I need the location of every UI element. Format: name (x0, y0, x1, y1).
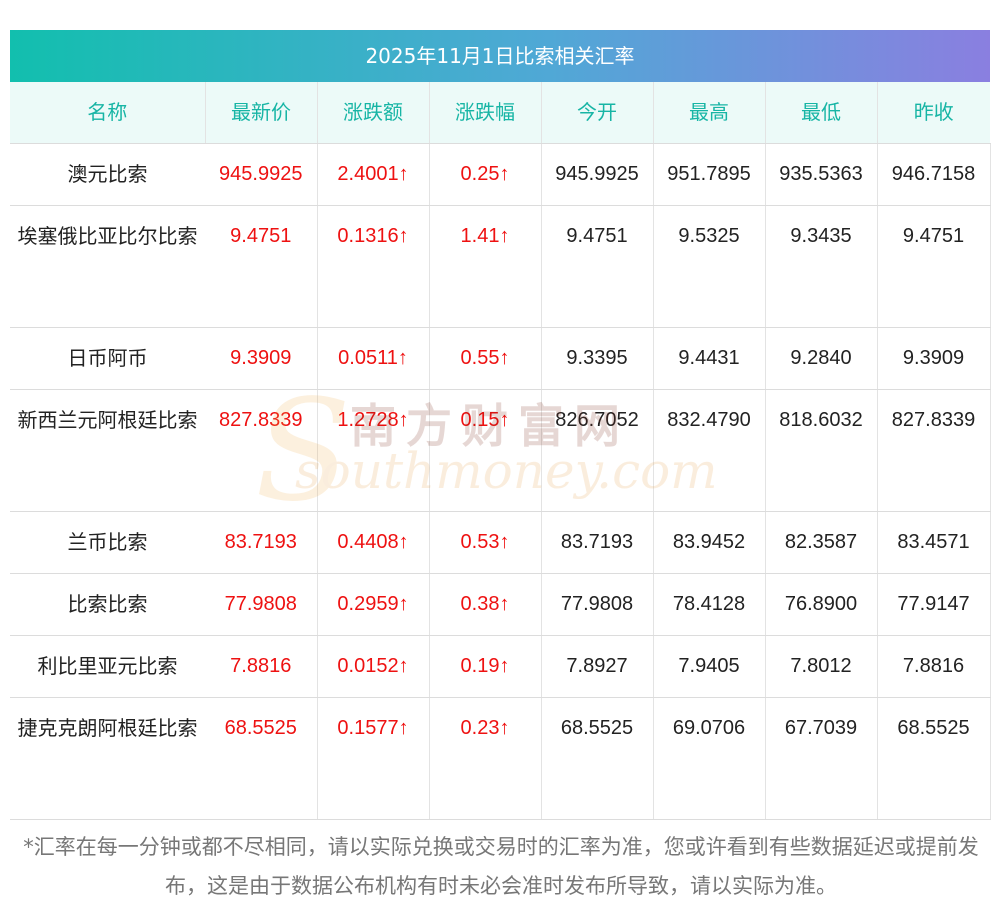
page-title: 2025年11月1日比索相关汇率 (10, 30, 990, 82)
table-row: 日币阿币 9.3909 0.0511↑ 0.55↑ 9.3395 9.4431 … (10, 327, 991, 390)
high-price: 83.9452 (653, 511, 766, 574)
change-amount: 0.1316↑ (317, 205, 430, 328)
change-amount: 0.0152↑ (317, 635, 430, 698)
open-price: 77.9808 (541, 573, 654, 636)
table-row: 利比里亚元比索 7.8816 0.0152↑ 0.19↑ 7.8927 7.94… (10, 635, 991, 698)
open-price: 7.8927 (541, 635, 654, 698)
table-row: 新西兰元阿根廷比索 827.8339 1.2728↑ 0.15↑ 826.705… (10, 389, 991, 512)
latest-price: 827.8339 (205, 389, 318, 512)
high-price: 78.4128 (653, 573, 766, 636)
low-price: 9.2840 (765, 327, 878, 390)
previous-close: 7.8816 (877, 635, 991, 698)
currency-name: 比索比索 (10, 573, 205, 636)
low-price: 935.5363 (765, 143, 878, 206)
change-percent: 0.53↑ (429, 511, 542, 574)
change-amount: 0.4408↑ (317, 511, 430, 574)
open-price: 9.3395 (541, 327, 654, 390)
currency-name: 利比里亚元比索 (10, 635, 205, 698)
change-percent: 0.19↑ (429, 635, 542, 698)
latest-price: 7.8816 (205, 635, 318, 698)
high-price: 9.4431 (653, 327, 766, 390)
column-header: 今开 (541, 82, 654, 144)
open-price: 68.5525 (541, 697, 654, 820)
currency-name: 捷克克朗阿根廷比索 (10, 697, 205, 820)
change-percent: 0.38↑ (429, 573, 542, 636)
latest-price: 945.9925 (205, 143, 318, 206)
high-price: 951.7895 (653, 143, 766, 206)
change-amount: 0.1577↑ (317, 697, 430, 820)
column-header: 涨跌幅 (429, 82, 542, 144)
column-header: 名称 (10, 82, 206, 144)
change-amount: 0.2959↑ (317, 573, 430, 636)
currency-name: 埃塞俄比亚比尔比索 (10, 205, 205, 328)
table-row: 兰币比索 83.7193 0.4408↑ 0.53↑ 83.7193 83.94… (10, 511, 991, 574)
latest-price: 68.5525 (205, 697, 318, 820)
high-price: 7.9405 (653, 635, 766, 698)
previous-close: 68.5525 (877, 697, 991, 820)
previous-close: 946.7158 (877, 143, 991, 206)
change-percent: 1.41↑ (429, 205, 542, 328)
column-header: 最低 (765, 82, 878, 144)
table-row: 捷克克朗阿根廷比索 68.5525 0.1577↑ 0.23↑ 68.5525 … (10, 697, 991, 820)
latest-price: 83.7193 (205, 511, 318, 574)
disclaimer-note: *汇率在每一分钟或都不尽相同，请以实际兑换或交易时的汇率为准，您或许看到有些数据… (23, 835, 979, 898)
open-price: 945.9925 (541, 143, 654, 206)
column-header: 昨收 (877, 82, 990, 144)
previous-close: 9.3909 (877, 327, 991, 390)
low-price: 67.7039 (765, 697, 878, 820)
latest-price: 77.9808 (205, 573, 318, 636)
column-header: 最高 (653, 82, 766, 144)
currency-name: 日币阿币 (10, 327, 205, 390)
open-price: 83.7193 (541, 511, 654, 574)
high-price: 832.4790 (653, 389, 766, 512)
latest-price: 9.3909 (205, 327, 318, 390)
low-price: 76.8900 (765, 573, 878, 636)
change-percent: 0.23↑ (429, 697, 542, 820)
column-header: 最新价 (205, 82, 318, 144)
high-price: 69.0706 (653, 697, 766, 820)
change-amount: 2.4001↑ (317, 143, 430, 206)
column-header: 涨跌额 (317, 82, 430, 144)
table-header-row: 名称 最新价 涨跌额 涨跌幅 今开 最高 最低 昨收 (10, 82, 990, 144)
change-percent: 0.55↑ (429, 327, 542, 390)
low-price: 82.3587 (765, 511, 878, 574)
previous-close: 9.4751 (877, 205, 991, 328)
change-percent: 0.15↑ (429, 389, 542, 512)
currency-name: 兰币比索 (10, 511, 205, 574)
change-amount: 1.2728↑ (317, 389, 430, 512)
change-percent: 0.25↑ (429, 143, 542, 206)
open-price: 826.7052 (541, 389, 654, 512)
high-price: 9.5325 (653, 205, 766, 328)
table-row: 埃塞俄比亚比尔比索 9.4751 0.1316↑ 1.41↑ 9.4751 9.… (10, 205, 991, 328)
table-row: 比索比索 77.9808 0.2959↑ 0.38↑ 77.9808 78.41… (10, 573, 991, 636)
low-price: 9.3435 (765, 205, 878, 328)
low-price: 818.6032 (765, 389, 878, 512)
previous-close: 77.9147 (877, 573, 991, 636)
previous-close: 83.4571 (877, 511, 991, 574)
change-amount: 0.0511↑ (317, 327, 430, 390)
open-price: 9.4751 (541, 205, 654, 328)
exchange-rate-table: 名称 最新价 涨跌额 涨跌幅 今开 最高 最低 昨收 澳元比索 945.9925… (10, 82, 991, 820)
table-row: 澳元比索 945.9925 2.4001↑ 0.25↑ 945.9925 951… (10, 143, 991, 206)
previous-close: 827.8339 (877, 389, 991, 512)
latest-price: 9.4751 (205, 205, 318, 328)
currency-name: 澳元比索 (10, 143, 205, 206)
currency-name: 新西兰元阿根廷比索 (10, 389, 205, 512)
low-price: 7.8012 (765, 635, 878, 698)
